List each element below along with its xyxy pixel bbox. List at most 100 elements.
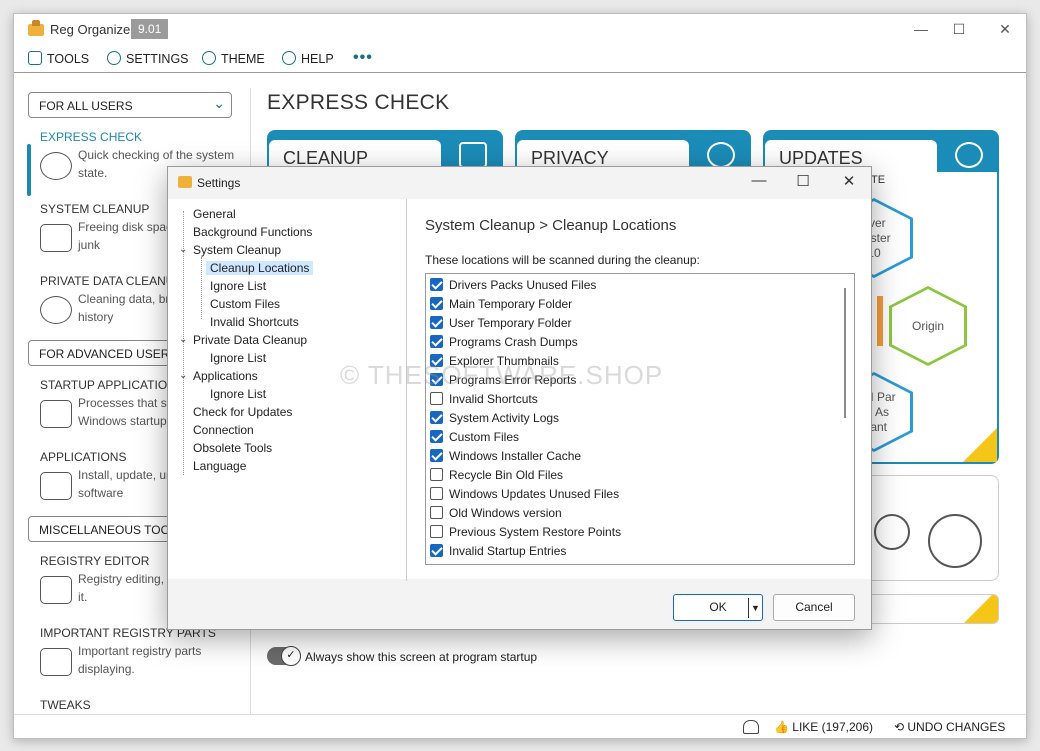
always-show-toggle[interactable]: ✓: [267, 646, 301, 666]
location-label: Windows Installer Cache: [449, 449, 582, 463]
tree-guide: [201, 257, 202, 319]
applications-icon: [40, 472, 72, 500]
tree-ignore-list[interactable]: Ignore List: [210, 351, 266, 365]
location-row[interactable]: System Activity Logs: [430, 411, 559, 430]
location-label: Custom Files: [449, 430, 520, 444]
registry-parts-icon: [40, 648, 72, 676]
location-row[interactable]: Invalid Startup Entries: [430, 544, 566, 563]
location-row[interactable]: Previous System Restore Points: [430, 525, 621, 544]
close-button[interactable]: ✕: [995, 21, 1015, 39]
hex-origin[interactable]: Origin: [889, 286, 967, 366]
like-label: LIKE (197,206): [792, 720, 873, 734]
tree-custom-files[interactable]: Custom Files: [210, 297, 280, 311]
location-checkbox[interactable]: [430, 544, 443, 557]
location-row[interactable]: User Temporary Folder: [430, 316, 571, 335]
dialog-minimize-button[interactable]: —: [745, 172, 773, 194]
chevron-down-icon[interactable]: ⌄: [179, 334, 187, 345]
menu-theme[interactable]: THEME: [202, 51, 265, 66]
location-label: Programs Error Reports: [449, 373, 577, 387]
tree-ignore-list[interactable]: Ignore List: [210, 279, 266, 293]
tree-private-data[interactable]: Private Data Cleanup: [193, 333, 307, 347]
location-checkbox[interactable]: [430, 487, 443, 500]
location-label: Previous System Restore Points: [449, 525, 622, 539]
menu-bar: TOOLS SETTINGS THEME HELP: [14, 48, 1026, 72]
location-checkbox[interactable]: [430, 392, 443, 405]
location-label: Old Windows version: [449, 506, 562, 520]
location-label: Programs Crash Dumps: [449, 335, 578, 349]
scrollbar[interactable]: [844, 288, 846, 418]
like-button[interactable]: 👍 LIKE (197,206): [774, 720, 873, 734]
menu-help[interactable]: HELP: [282, 51, 334, 66]
location-row[interactable]: Recycle Bin Old Files: [430, 468, 563, 487]
registry-icon: [40, 576, 72, 604]
menu-tools[interactable]: TOOLS: [28, 51, 89, 66]
chevron-down-icon: ⌄: [213, 95, 225, 111]
minimize-button[interactable]: —: [911, 21, 931, 39]
location-checkbox[interactable]: [430, 506, 443, 519]
tree-background[interactable]: Background Functions: [193, 225, 312, 239]
maximize-button[interactable]: ☐: [949, 21, 969, 39]
tree-applications[interactable]: Applications: [193, 369, 258, 383]
location-row[interactable]: Invalid Shortcuts: [430, 392, 538, 411]
location-row[interactable]: Main Temporary Folder: [430, 297, 572, 316]
location-checkbox[interactable]: [430, 278, 443, 291]
nav-tweaks[interactable]: TWEAKS: [40, 698, 236, 712]
tree-check-updates[interactable]: Check for Updates: [193, 405, 292, 419]
tree-cleanup-locations[interactable]: Cleanup Locations: [206, 261, 314, 275]
tree-general[interactable]: General: [193, 207, 236, 221]
location-row[interactable]: Programs Error Reports: [430, 373, 576, 392]
cloud-download-icon: [955, 142, 983, 168]
nav-title: EXPRESS CHECK: [40, 130, 143, 144]
location-checkbox[interactable]: [430, 335, 443, 348]
title-bar: Reg Organizer 9.01 — ☐ ✕: [14, 14, 1026, 46]
location-row[interactable]: Drivers Packs Unused Files: [430, 278, 596, 297]
location-checkbox[interactable]: [430, 411, 443, 424]
location-row[interactable]: Programs Crash Dumps: [430, 335, 578, 354]
tree-invalid-shortcuts[interactable]: Invalid Shortcuts: [210, 315, 299, 329]
location-row[interactable]: Windows Updates Unused Files: [430, 487, 619, 506]
menu-settings[interactable]: SETTINGS: [107, 51, 189, 66]
tree-obsolete[interactable]: Obsolete Tools: [193, 441, 272, 455]
cancel-button[interactable]: Cancel: [773, 594, 855, 621]
tree-ignore-list[interactable]: Ignore List: [210, 387, 266, 401]
tree-system-cleanup[interactable]: System Cleanup: [193, 243, 281, 257]
location-label: Main Temporary Folder: [449, 297, 573, 311]
settings-gear-icon[interactable]: [874, 514, 910, 550]
dialog-maximize-button[interactable]: ☐: [789, 172, 817, 194]
ok-dropdown-arrow-icon[interactable]: ▼: [748, 598, 762, 618]
location-checkbox[interactable]: [430, 373, 443, 386]
location-label: Explorer Thumbnails: [449, 354, 559, 368]
location-label: Windows Updates Unused Files: [449, 487, 620, 501]
apps-grid-icon[interactable]: [928, 514, 982, 568]
tree-language[interactable]: Language: [193, 459, 246, 473]
location-checkbox[interactable]: [430, 525, 443, 538]
nav-title: TWEAKS: [40, 698, 91, 712]
location-label: Recycle Bin Old Files: [449, 468, 564, 482]
location-row[interactable]: Explorer Thumbnails: [430, 354, 559, 373]
undo-changes-button[interactable]: ⟲ UNDO CHANGES: [894, 720, 1005, 734]
location-label: User Temporary Folder: [449, 316, 572, 330]
hex-orange-edge: [877, 296, 883, 346]
locations-list[interactable]: Drivers Packs Unused Files Main Temporary…: [425, 273, 855, 565]
location-row[interactable]: Old Windows version: [430, 506, 562, 525]
chevron-down-icon[interactable]: ⌄: [179, 370, 187, 381]
more-menu-button[interactable]: •••: [353, 49, 373, 67]
dialog-close-button[interactable]: ✕: [835, 172, 863, 194]
headset-icon[interactable]: [743, 720, 759, 734]
user-scope-select[interactable]: FOR ALL USERS ⌄: [28, 92, 232, 118]
location-checkbox[interactable]: [430, 449, 443, 462]
chevron-down-icon[interactable]: ⌄: [179, 244, 187, 255]
location-label: Drivers Packs Unused Files: [449, 278, 597, 292]
location-checkbox[interactable]: [430, 316, 443, 329]
location-checkbox[interactable]: [430, 468, 443, 481]
location-row[interactable]: Custom Files: [430, 430, 519, 449]
location-checkbox[interactable]: [430, 354, 443, 367]
tree-connection[interactable]: Connection: [193, 423, 254, 437]
settings-dialog: Settings — ☐ ✕ General Background Functi…: [167, 166, 872, 630]
location-checkbox[interactable]: [430, 430, 443, 443]
nav-important-registry[interactable]: IMPORTANT REGISTRY PARTS Important regis…: [40, 626, 236, 678]
location-checkbox[interactable]: [430, 297, 443, 310]
version-badge: 9.01: [131, 19, 169, 39]
ok-button[interactable]: OK ▼: [673, 594, 763, 621]
location-row[interactable]: Windows Installer Cache: [430, 449, 581, 468]
